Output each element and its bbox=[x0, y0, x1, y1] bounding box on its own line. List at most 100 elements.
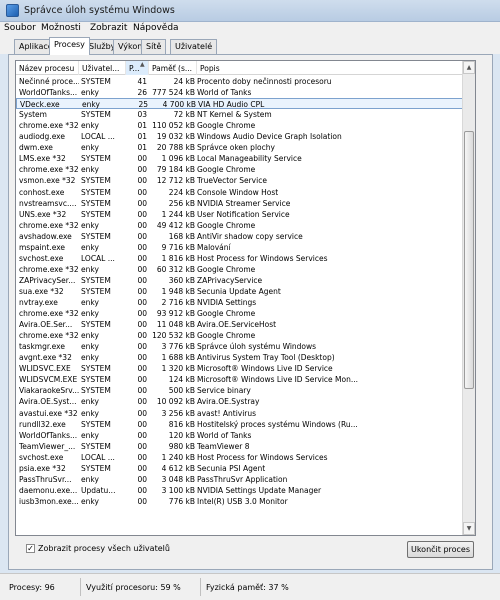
process-user: enky bbox=[81, 298, 99, 307]
end-process-button[interactable]: Ukončit proces bbox=[407, 541, 474, 558]
process-row[interactable]: avastui.exe *32 enky 00 3 256 kB avast! Anti… bbox=[16, 408, 463, 419]
column-header-user[interactable]: Uživatel... bbox=[79, 61, 126, 75]
process-cpu: 00 bbox=[137, 485, 147, 495]
process-row[interactable]: iusb3mon.exe... enky 00 776 kB Intel(R) USB … bbox=[16, 496, 463, 507]
process-cpu: 00 bbox=[137, 474, 147, 484]
process-row[interactable]: WLIDSVCM.EXE SYSTEM 00 124 kB Microsoft® Win… bbox=[16, 374, 463, 385]
process-row[interactable]: Avira.OE.Ser... SYSTEM 00 11 048 kB Avira.OE… bbox=[16, 319, 463, 330]
scroll-down-icon[interactable]: ▼ bbox=[463, 522, 475, 535]
process-row[interactable]: WorldOfTanks... enky 26 777 524 kB World of … bbox=[16, 87, 463, 98]
process-user: SYSTEM bbox=[81, 77, 111, 86]
vertical-scrollbar[interactable]: ▲ ▼ bbox=[462, 61, 475, 535]
process-user: enky bbox=[81, 397, 99, 407]
process-description: TeamViewer 8 bbox=[197, 441, 250, 451]
process-description: Host Process for Windows Services bbox=[197, 253, 328, 263]
process-cpu: 01 bbox=[137, 132, 147, 142]
process-row[interactable]: TeamViewer_... SYSTEM 00 980 kB TeamViewer 8 bbox=[16, 441, 463, 452]
process-memory: 500 kB bbox=[168, 386, 195, 396]
process-row[interactable]: PassThruSvr... enky 00 3 048 kB PassThruSvr … bbox=[16, 474, 463, 485]
process-name: UNS.exe *32 bbox=[19, 209, 67, 219]
scroll-up-icon[interactable]: ▲ bbox=[463, 61, 475, 74]
sort-arrow-icon: ▲ bbox=[140, 61, 145, 68]
column-header-cpu[interactable]: ▲ P... bbox=[126, 61, 149, 75]
process-row[interactable]: chrome.exe *32 enky 00 120 532 kB Google Chr… bbox=[16, 330, 463, 341]
process-row[interactable]: chrome.exe *32 enky 00 79 184 kB Google Chro… bbox=[16, 164, 463, 175]
process-memory: 1 244 kB bbox=[161, 209, 195, 219]
tab-processes[interactable]: Procesy bbox=[49, 37, 90, 55]
process-user: SYSTEM bbox=[81, 364, 111, 374]
process-user: SYSTEM bbox=[81, 320, 111, 330]
menu-options[interactable]: Možnosti bbox=[41, 23, 81, 33]
process-row[interactable]: daemonu.exe... Updatu... 00 3 100 kB NVIDIA … bbox=[16, 485, 463, 496]
process-row[interactable]: Nečinné proce... SYSTEM 41 24 kB Procento do… bbox=[16, 76, 463, 87]
process-name: Avira.OE.Ser... bbox=[19, 320, 73, 330]
menu-help[interactable]: Nápověda bbox=[133, 23, 179, 33]
process-cpu: 00 bbox=[137, 286, 147, 296]
process-row[interactable]: dwm.exe enky 01 20 788 kB Správce oken ploch… bbox=[16, 142, 463, 153]
process-row[interactable]: WorldOfTanks... enky 00 120 kB World of Tank… bbox=[16, 430, 463, 441]
process-row[interactable]: rundll32.exe SYSTEM 00 816 kB Hostitelský pr… bbox=[16, 419, 463, 430]
process-row[interactable]: chrome.exe *32 enky 01 110 052 kB Google Chr… bbox=[16, 120, 463, 131]
process-row[interactable]: nvstreamsvc.... SYSTEM 00 256 kB NVIDIA Stre… bbox=[16, 198, 463, 209]
process-row[interactable]: nvtray.exe enky 00 2 716 kB NVIDIA Settings bbox=[16, 297, 463, 308]
tab-networking[interactable]: Sítě bbox=[141, 39, 167, 54]
process-row[interactable]: ViakaraokeSrv... SYSTEM 00 500 kB Service bi… bbox=[16, 385, 463, 396]
menu-view[interactable]: Zobrazit bbox=[90, 23, 127, 33]
process-row[interactable]: avshadow.exe SYSTEM 00 168 kB AntiVir shadow… bbox=[16, 231, 463, 242]
process-row[interactable]: Avira.OE.Syst... enky 00 10 092 kB Avira.OE.… bbox=[16, 396, 463, 407]
show-all-processes-checkbox[interactable]: ✓ bbox=[26, 544, 35, 553]
show-all-processes-row[interactable]: ✓ Zobrazit procesy všech uživatelů bbox=[26, 544, 170, 553]
process-row[interactable]: mspaint.exe enky 00 9 716 kB Malování bbox=[16, 242, 463, 253]
process-list[interactable]: Název procesu Uživatel... ▲ P... Paměť (s… bbox=[15, 60, 476, 536]
column-header-cpu-label: P... bbox=[129, 64, 140, 73]
column-header-memory[interactable]: Paměť (s... bbox=[149, 61, 197, 75]
process-memory: 1 240 kB bbox=[161, 452, 195, 462]
process-row[interactable]: vsmon.exe *32 SYSTEM 00 12 712 kB TrueVector… bbox=[16, 175, 463, 186]
process-name: ZAPrivacySer... bbox=[19, 275, 76, 285]
task-manager-icon bbox=[6, 4, 19, 17]
process-description: TrueVector Service bbox=[197, 176, 267, 186]
column-header-description[interactable]: Popis bbox=[197, 61, 463, 75]
process-memory: 2 716 kB bbox=[161, 298, 195, 307]
process-row[interactable]: chrome.exe *32 enky 00 93 912 kB Google Chro… bbox=[16, 308, 463, 319]
process-cpu: 00 bbox=[137, 452, 147, 462]
process-row[interactable]: VDeck.exe enky 25 4 700 kB VIA HD Audio CPL bbox=[16, 98, 463, 110]
process-name: svchost.exe bbox=[19, 452, 64, 462]
process-row[interactable]: sua.exe *32 SYSTEM 00 1 948 kB Secunia Updat… bbox=[16, 286, 463, 297]
process-description: Microsoft® Windows Live ID Service bbox=[197, 364, 333, 374]
process-name: PassThruSvr... bbox=[19, 474, 72, 484]
process-row[interactable]: svchost.exe LOCAL ... 00 1 240 kB Host Proce… bbox=[16, 452, 463, 463]
window-title: Správce úloh systému Windows bbox=[24, 5, 175, 16]
process-row[interactable]: taskmgr.exe enky 00 3 776 kB Správce úloh sy… bbox=[16, 341, 463, 352]
process-cpu: 00 bbox=[137, 187, 147, 197]
process-row[interactable]: ZAPrivacySer... SYSTEM 00 360 kB ZAPrivacySe… bbox=[16, 275, 463, 286]
process-name: vsmon.exe *32 bbox=[19, 176, 76, 186]
process-name: svchost.exe bbox=[19, 253, 64, 263]
process-row[interactable]: chrome.exe *32 enky 00 60 312 kB Google Chro… bbox=[16, 264, 463, 275]
scrollbar-thumb[interactable] bbox=[464, 131, 474, 389]
process-row[interactable]: UNS.exe *32 SYSTEM 00 1 244 kB User Notifica… bbox=[16, 209, 463, 220]
process-description: Microsoft® Windows Live ID Service Mon..… bbox=[197, 375, 359, 385]
process-row[interactable]: avgnt.exe *32 enky 00 1 688 kB Antivirus Sys… bbox=[16, 352, 463, 363]
process-row[interactable]: System SYSTEM 03 72 kB NT Kernel & System bbox=[16, 109, 463, 120]
menu-file[interactable]: Soubor bbox=[4, 23, 36, 33]
process-cpu: 00 bbox=[137, 430, 147, 440]
process-row[interactable]: WLIDSVC.EXE SYSTEM 00 1 320 kB Microsoft® Wi… bbox=[16, 363, 463, 374]
process-name: chrome.exe *32 bbox=[19, 165, 79, 175]
column-header-name[interactable]: Název procesu bbox=[16, 61, 79, 75]
process-row[interactable]: svchost.exe LOCAL ... 00 1 816 kB Host Proce… bbox=[16, 253, 463, 264]
process-row[interactable]: chrome.exe *32 enky 00 49 412 kB Google Chro… bbox=[16, 220, 463, 231]
process-row[interactable]: psia.exe *32 SYSTEM 00 4 612 kB Secunia PSI … bbox=[16, 463, 463, 474]
process-memory: 3 776 kB bbox=[161, 342, 195, 352]
process-row[interactable]: LMS.exe *32 SYSTEM 00 1 096 kB Local Managea… bbox=[16, 153, 463, 164]
process-user: enky bbox=[81, 342, 99, 352]
process-cpu: 00 bbox=[137, 253, 147, 263]
process-row[interactable]: audiodg.exe LOCAL ... 01 19 032 kB Windows A… bbox=[16, 131, 463, 142]
process-memory: 24 kB bbox=[173, 77, 195, 86]
process-description: Správce oken plochy bbox=[197, 143, 275, 153]
process-memory: 120 kB bbox=[168, 430, 195, 440]
tab-users[interactable]: Uživatelé bbox=[170, 39, 218, 54]
process-row[interactable]: conhost.exe SYSTEM 00 224 kB Console Window … bbox=[16, 187, 463, 198]
menu-bar: Soubor Možnosti Zobrazit Nápověda bbox=[0, 22, 500, 36]
process-user: enky bbox=[81, 408, 99, 418]
